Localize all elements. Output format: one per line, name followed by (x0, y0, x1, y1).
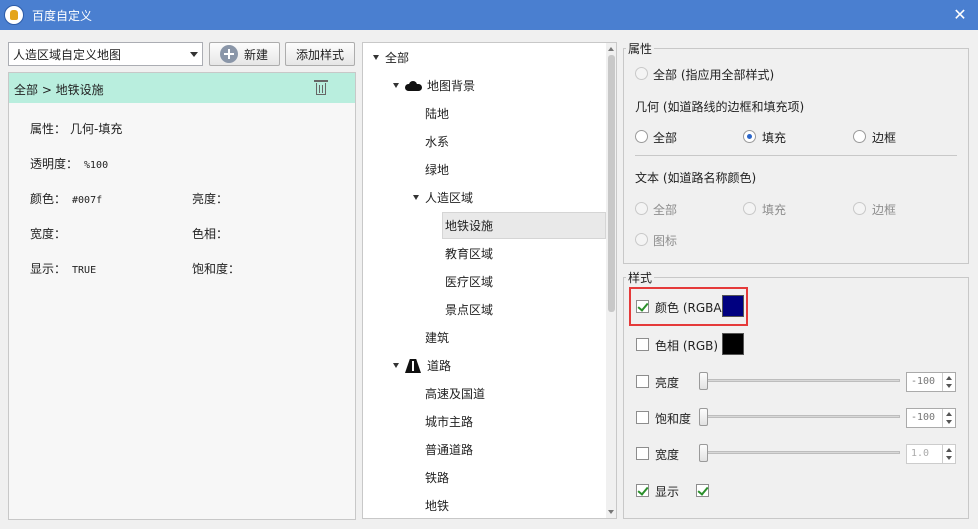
radio-text-all[interactable] (635, 202, 648, 215)
chevron-down-icon (190, 52, 198, 57)
radio-geometry-stroke-label: 边框 (872, 131, 897, 145)
window-title: 百度自定义 (32, 9, 93, 23)
new-button[interactable]: 新建 (209, 42, 280, 66)
prop-hue: 色相： (192, 227, 229, 241)
prop-opacity: 透明度： %100 (30, 157, 109, 171)
radio-text-icon-label: 图标 (653, 234, 678, 248)
radio-text-all-label: 全部 (653, 203, 678, 217)
radio-text-fill-label: 填充 (762, 203, 787, 217)
color-swatch[interactable] (722, 295, 744, 317)
text-heading: 文本 (如道路名称颜色) (635, 171, 757, 185)
tree-item-building[interactable]: 建筑 (425, 327, 449, 349)
tree-item-road[interactable]: 道路 (393, 355, 451, 377)
tree-item-all[interactable]: 全部 (373, 47, 409, 69)
tree-item-highway[interactable]: 高速及国道 (425, 383, 485, 405)
hue-checkbox[interactable] (636, 338, 649, 351)
tree-item-map-background[interactable]: 地图背景 (393, 75, 475, 97)
selected-style-row[interactable]: 全部 > 地铁设施 (9, 73, 355, 103)
tree-item-green[interactable]: 绿地 (425, 159, 449, 181)
brightness-checkbox[interactable] (636, 375, 649, 388)
app-icon (4, 5, 24, 25)
prop-brightness: 亮度： (192, 192, 229, 206)
radio-text-icon[interactable] (635, 233, 648, 246)
geometry-heading: 几何 (如道路线的边框和填充项) (635, 100, 805, 114)
hue-label: 色相 (RGB) (655, 339, 719, 353)
prop-color: 颜色： #007f (30, 192, 103, 206)
expand-icon (393, 363, 399, 368)
category-tree: 全部 地图背景 陆地 水系 绿地 人造区域 地铁设施 教育区域 医疗区域 景点区… (362, 42, 617, 519)
road-icon (405, 359, 421, 373)
style-title: 样式 (626, 269, 655, 286)
show-value-checkbox[interactable] (696, 484, 709, 497)
prop-saturation: 饱和度： (192, 262, 241, 276)
radio-geometry-fill[interactable] (743, 130, 756, 143)
close-icon[interactable]: ✕ (948, 3, 972, 27)
expand-icon (393, 83, 399, 88)
new-button-label: 新建 (244, 48, 269, 62)
scroll-down-icon (608, 510, 614, 514)
radio-apply-all[interactable] (635, 67, 648, 80)
title-bar: 百度自定义 ✕ (0, 0, 978, 30)
breadcrumb: 全部 > 地铁设施 (14, 83, 104, 97)
saturation-slider[interactable] (702, 415, 900, 418)
tree-item-water[interactable]: 水系 (425, 131, 449, 153)
tree-item-medical[interactable]: 医疗区域 (445, 271, 493, 293)
style-detail-panel: 全部 > 地铁设施 属性： 几何-填充 透明度： %100 颜色： #007f 亮度：… (8, 72, 356, 520)
divider (635, 155, 957, 156)
brightness-spinner[interactable]: -100 (906, 372, 956, 392)
tree-item-land[interactable]: 陆地 (425, 103, 449, 125)
width-slider[interactable] (702, 451, 900, 454)
tree-item-railway[interactable]: 铁路 (425, 467, 449, 489)
tree-scrollbar[interactable] (606, 43, 616, 518)
trash-icon[interactable] (314, 80, 328, 96)
scroll-up-icon (608, 47, 614, 51)
add-style-button[interactable]: 添加样式 (285, 42, 355, 66)
width-label: 宽度 (655, 448, 680, 462)
color-label: 颜色 (RGBA) (655, 301, 727, 315)
radio-geometry-stroke[interactable] (853, 130, 866, 143)
map-select[interactable]: 人造区域自定义地图 (8, 42, 203, 66)
tree-item-education[interactable]: 教育区域 (445, 243, 493, 265)
radio-geometry-all[interactable] (635, 130, 648, 143)
radio-text-stroke[interactable] (853, 202, 866, 215)
radio-geometry-all-label: 全部 (653, 131, 678, 145)
plus-circle-icon (220, 45, 238, 63)
cloud-icon (405, 81, 422, 91)
radio-text-fill[interactable] (743, 202, 756, 215)
radio-geometry-fill-label: 填充 (762, 131, 787, 145)
prop-width: 宽度： (30, 227, 67, 241)
saturation-slider-thumb[interactable] (699, 408, 708, 426)
tree-item-subway-facility[interactable]: 地铁设施 (445, 215, 493, 237)
show-label: 显示 (655, 485, 680, 499)
tree-item-local-road[interactable]: 普通道路 (425, 439, 473, 461)
color-checkbox[interactable] (636, 300, 649, 313)
radio-text-stroke-label: 边框 (872, 203, 897, 217)
saturation-checkbox[interactable] (636, 411, 649, 424)
map-select-value: 人造区域自定义地图 (13, 48, 122, 62)
prop-attribute: 属性： 几何-填充 (30, 122, 123, 136)
brightness-label: 亮度 (655, 376, 680, 390)
saturation-spinner[interactable]: -100 (906, 408, 956, 428)
brightness-slider-thumb[interactable] (699, 372, 708, 390)
tree-item-manmade[interactable]: 人造区域 (413, 187, 473, 209)
scroll-thumb (608, 55, 615, 312)
expand-icon (373, 55, 379, 60)
saturation-label: 饱和度 (655, 412, 692, 426)
prop-visible: 显示： TRUE (30, 262, 97, 276)
width-slider-thumb[interactable] (699, 444, 708, 462)
hue-swatch[interactable] (722, 333, 744, 355)
width-checkbox[interactable] (636, 447, 649, 460)
tree-item-arterial[interactable]: 城市主路 (425, 411, 473, 433)
expand-icon (413, 195, 419, 200)
attributes-title: 属性 (626, 40, 655, 57)
tree-item-scenic[interactable]: 景点区域 (445, 299, 493, 321)
width-spinner[interactable]: 1.0 (906, 444, 956, 464)
show-checkbox[interactable] (636, 484, 649, 497)
tree-item-subway[interactable]: 地铁 (425, 495, 449, 517)
brightness-slider[interactable] (702, 379, 900, 382)
left-panel: 人造区域自定义地图 新建 添加样式 全部 > 地铁设施 属性： 几何-填充 透明度… (8, 40, 356, 520)
radio-apply-all-label: 全部 (指应用全部样式) (653, 68, 775, 82)
